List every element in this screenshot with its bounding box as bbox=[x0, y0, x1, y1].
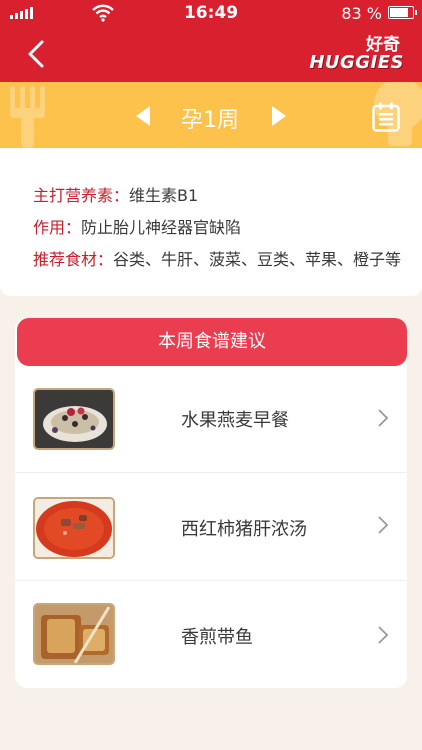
recipe-item[interactable]: 香煎带鱼 bbox=[15, 580, 407, 686]
food-value: 谷类、牛肝、菠菜、豆类、苹果、橙子等 bbox=[113, 250, 402, 269]
recipe-name: 香煎带鱼 bbox=[181, 627, 253, 648]
battery-icon bbox=[388, 6, 417, 19]
recipe-card: 本周食谱建议 水果燕麦早餐 西红柿猪肝浓汤 香煎带鱼 bbox=[15, 318, 407, 688]
chevron-right-icon bbox=[378, 516, 389, 534]
food-row: 推荐食材：谷类、牛肝、菠菜、豆类、苹果、橙子等 bbox=[33, 246, 401, 270]
tomato-soup-image bbox=[35, 499, 113, 557]
fried-fish-image bbox=[35, 605, 113, 663]
battery-percentage: 83 % bbox=[341, 4, 382, 23]
nutrient-row: 主打营养素：维生素B1 bbox=[33, 182, 198, 206]
nav-bar: 好奇 HUGGIES bbox=[0, 26, 422, 82]
food-label: 推荐食材： bbox=[33, 250, 114, 269]
logo-en-text: HUGGIES bbox=[309, 52, 404, 73]
effect-label: 作用： bbox=[33, 218, 82, 237]
next-week-button[interactable] bbox=[272, 106, 286, 126]
recipe-thumbnail bbox=[33, 388, 115, 450]
chevron-right-icon bbox=[378, 409, 389, 427]
calendar-icon[interactable] bbox=[372, 102, 400, 132]
fork-icon bbox=[10, 86, 45, 148]
effect-row: 作用：防止胎儿神经器官缺陷 bbox=[33, 214, 241, 238]
prev-week-button[interactable] bbox=[136, 106, 150, 126]
nutrient-value: 维生素B1 bbox=[129, 186, 199, 205]
recipe-header: 本周食谱建议 bbox=[17, 318, 407, 366]
recipe-name: 西红柿猪肝浓汤 bbox=[181, 519, 307, 540]
huggies-logo: 好奇 HUGGIES bbox=[300, 30, 404, 78]
recipe-thumbnail bbox=[33, 497, 115, 559]
recipe-item[interactable]: 水果燕麦早餐 bbox=[15, 366, 407, 472]
oatmeal-image bbox=[35, 390, 113, 448]
recipe-thumbnail bbox=[33, 603, 115, 665]
chevron-right-icon bbox=[378, 626, 389, 644]
nutrient-info-card: 主打营养素：维生素B1 作用：防止胎儿神经器官缺陷 推荐食材：谷类、牛肝、菠菜、… bbox=[0, 148, 422, 296]
nutrient-label: 主打营养素： bbox=[33, 186, 130, 205]
week-selector: 孕1周 bbox=[0, 82, 422, 148]
recipe-name: 水果燕麦早餐 bbox=[181, 410, 289, 431]
status-bar: 16:49 83 % bbox=[0, 0, 422, 26]
recipe-item[interactable]: 西红柿猪肝浓汤 bbox=[15, 472, 407, 578]
back-button[interactable] bbox=[22, 36, 52, 72]
week-label: 孕1周 bbox=[181, 108, 239, 133]
effect-value: 防止胎儿神经器官缺陷 bbox=[81, 218, 242, 237]
